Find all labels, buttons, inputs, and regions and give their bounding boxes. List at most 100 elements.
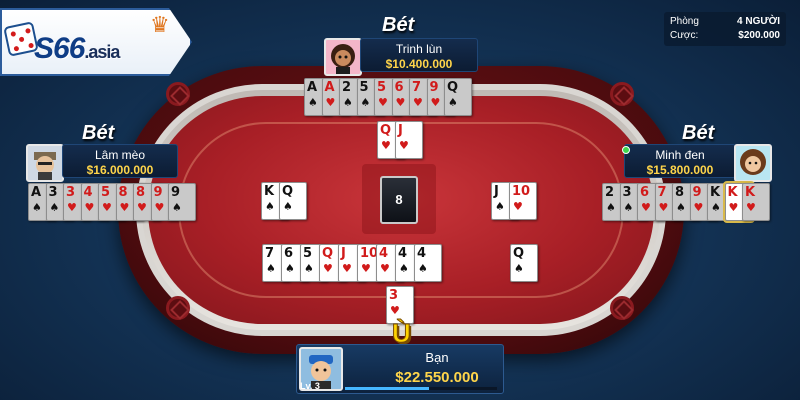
card-rank: 3: [389, 288, 399, 303]
playing-card: Q ♠: [510, 244, 538, 282]
card-rank: K: [745, 185, 756, 200]
playing-card: Q ♠: [444, 78, 472, 116]
logo-text: S66.asia: [34, 32, 120, 65]
card-suit-icon: ♠: [623, 201, 634, 214]
card-rank: K: [264, 184, 275, 199]
you-money: $22.550.000: [395, 369, 479, 386]
player-panel-top: Trinh lùn $10.400.000: [360, 38, 478, 72]
player-name: Trinh lùn: [395, 42, 443, 56]
card-suit-icon: ♥: [325, 96, 336, 109]
card-suit-icon: ♠: [514, 262, 524, 275]
playing-card[interactable]: 4 ♠: [414, 244, 442, 282]
xp-bar-fill: [345, 387, 429, 390]
rail-ornament: [610, 82, 634, 106]
card-suit-icon: ♥: [342, 262, 352, 275]
card-rank: 5: [101, 185, 111, 200]
card-rank: 7: [657, 185, 667, 200]
card-rank: 8: [118, 185, 128, 200]
card-suit-icon: ♥: [728, 201, 739, 214]
room-label: Phòng: [670, 16, 699, 27]
card-suit-icon: ♥: [323, 262, 333, 275]
rail-ornament: [610, 296, 634, 320]
card-suit-icon: ♥: [658, 201, 669, 214]
card-rank: 7: [265, 246, 275, 261]
room-info-panel: Phòng 4 NGƯỜI Cược: $200.000: [664, 12, 786, 46]
avatar[interactable]: [734, 144, 772, 182]
player-money: $10.400.000: [385, 57, 453, 71]
card-suit-icon: ♠: [606, 201, 616, 214]
card-suit-icon: ♠: [265, 200, 275, 213]
player-status: Bét: [682, 122, 715, 144]
card-rank: 9: [429, 80, 439, 95]
playing-card: 10 ♥: [509, 182, 537, 220]
card-rank: Q: [322, 246, 334, 261]
card-rank: 9: [692, 185, 702, 200]
card-rank: 9: [153, 185, 163, 200]
card-rank: J: [341, 246, 346, 261]
playing-card: J ♥: [395, 121, 423, 159]
card-rank: K: [710, 185, 721, 200]
you-panel: Bạn $22.550.000: [296, 344, 504, 394]
player-status: Bét: [82, 122, 115, 144]
card-rank: 5: [377, 80, 387, 95]
rail-ornament: [166, 296, 190, 320]
card-suit-icon: ♠: [418, 262, 428, 275]
player-panel-left: Lâm mèo $16.000.000: [62, 144, 178, 178]
player-status: Bét: [382, 14, 415, 36]
card-rank: 4: [417, 246, 427, 261]
card-suit-icon: ♥: [67, 201, 77, 214]
card-suit-icon: ♥: [399, 139, 409, 152]
card-rank: A: [324, 80, 335, 95]
avatar[interactable]: [324, 38, 362, 76]
card-rank: 4: [83, 185, 93, 200]
card-suit-icon: ♥: [361, 262, 371, 275]
card-rank: J: [494, 184, 499, 199]
card-suit-icon: ♠: [304, 262, 314, 275]
card-rank: 6: [284, 246, 294, 261]
card-rank: Q: [282, 184, 294, 199]
card-suit-icon: ♥: [746, 201, 756, 214]
card-suit-icon: ♥: [390, 304, 400, 317]
card-suit-icon: ♥: [378, 96, 388, 109]
card-rank: A: [31, 185, 42, 200]
card-rank: Q: [380, 123, 392, 138]
player-panel-right: Minh đen $15.800.000: [624, 144, 736, 178]
card-rank: 6: [640, 185, 650, 200]
card-suit-icon: ♠: [343, 96, 353, 109]
card-suit-icon: ♥: [154, 201, 165, 214]
xp-bar: [345, 387, 497, 390]
card-suit-icon: ♠: [172, 201, 182, 214]
card-rank: 3: [48, 185, 58, 200]
rail-ornament: [166, 82, 190, 106]
avatar[interactable]: [26, 144, 64, 182]
card-rank: 10: [512, 184, 531, 199]
card-suit-icon: ♥: [641, 201, 651, 214]
card-suit-icon: ♥: [395, 96, 406, 109]
card-rank: 8: [675, 185, 685, 200]
card-rank: 8: [136, 185, 146, 200]
card-rank: 5: [303, 246, 313, 261]
card-rank: 4: [398, 246, 408, 261]
card-suit-icon: ♥: [430, 96, 441, 109]
card-suit-icon: ♥: [380, 262, 390, 275]
you-name: Bạn: [425, 350, 449, 365]
card-rank: A: [307, 80, 318, 95]
card-suit-icon: ♥: [102, 201, 112, 214]
draw-deck[interactable]: 8: [380, 176, 418, 224]
room-value: 4 NGƯỜI: [737, 16, 780, 27]
card-suit-icon: ♥: [137, 201, 147, 214]
playing-card: 9 ♠: [168, 183, 196, 221]
card-rank: 5: [359, 80, 369, 95]
card-suit-icon: ♠: [495, 200, 505, 213]
card-suit-icon: ♠: [283, 200, 293, 213]
playing-card: K ♥: [742, 183, 770, 221]
card-suit-icon: ♠: [285, 262, 295, 275]
card-rank: J: [398, 123, 403, 138]
card-rank: Q: [447, 80, 459, 95]
card-suit-icon: ♥: [381, 139, 391, 152]
card-rank: 9: [171, 185, 181, 200]
brand-logo: S66.asia ♛: [0, 8, 192, 76]
player-money: $15.800.000: [646, 163, 714, 177]
level-label: Lv. 3: [300, 381, 320, 391]
bet-label: Cược:: [670, 30, 699, 41]
